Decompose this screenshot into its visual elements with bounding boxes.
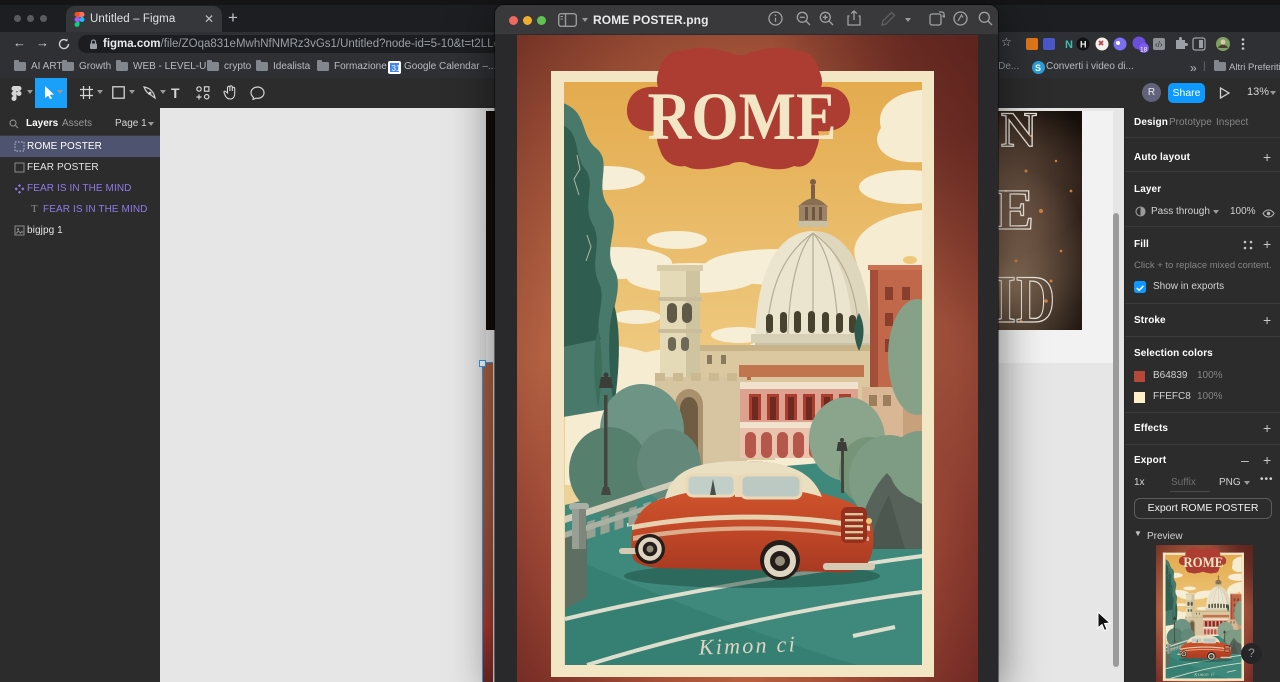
svg-text:S: S (1035, 63, 1041, 73)
svg-text:N: N (1065, 39, 1073, 51)
svg-text:ROME: ROME (648, 78, 837, 154)
svg-text:‹/›: ‹/› (1155, 40, 1163, 49)
svg-text:E: E (995, 177, 1034, 242)
svg-text:Kimon ci: Kimon ci (697, 631, 795, 659)
svg-text:H: H (1080, 40, 1087, 50)
svg-text:18: 18 (1140, 47, 1148, 54)
svg-text:N: N (1001, 111, 1037, 157)
svg-text:ID: ID (995, 261, 1055, 330)
svg-text:31: 31 (392, 64, 401, 73)
